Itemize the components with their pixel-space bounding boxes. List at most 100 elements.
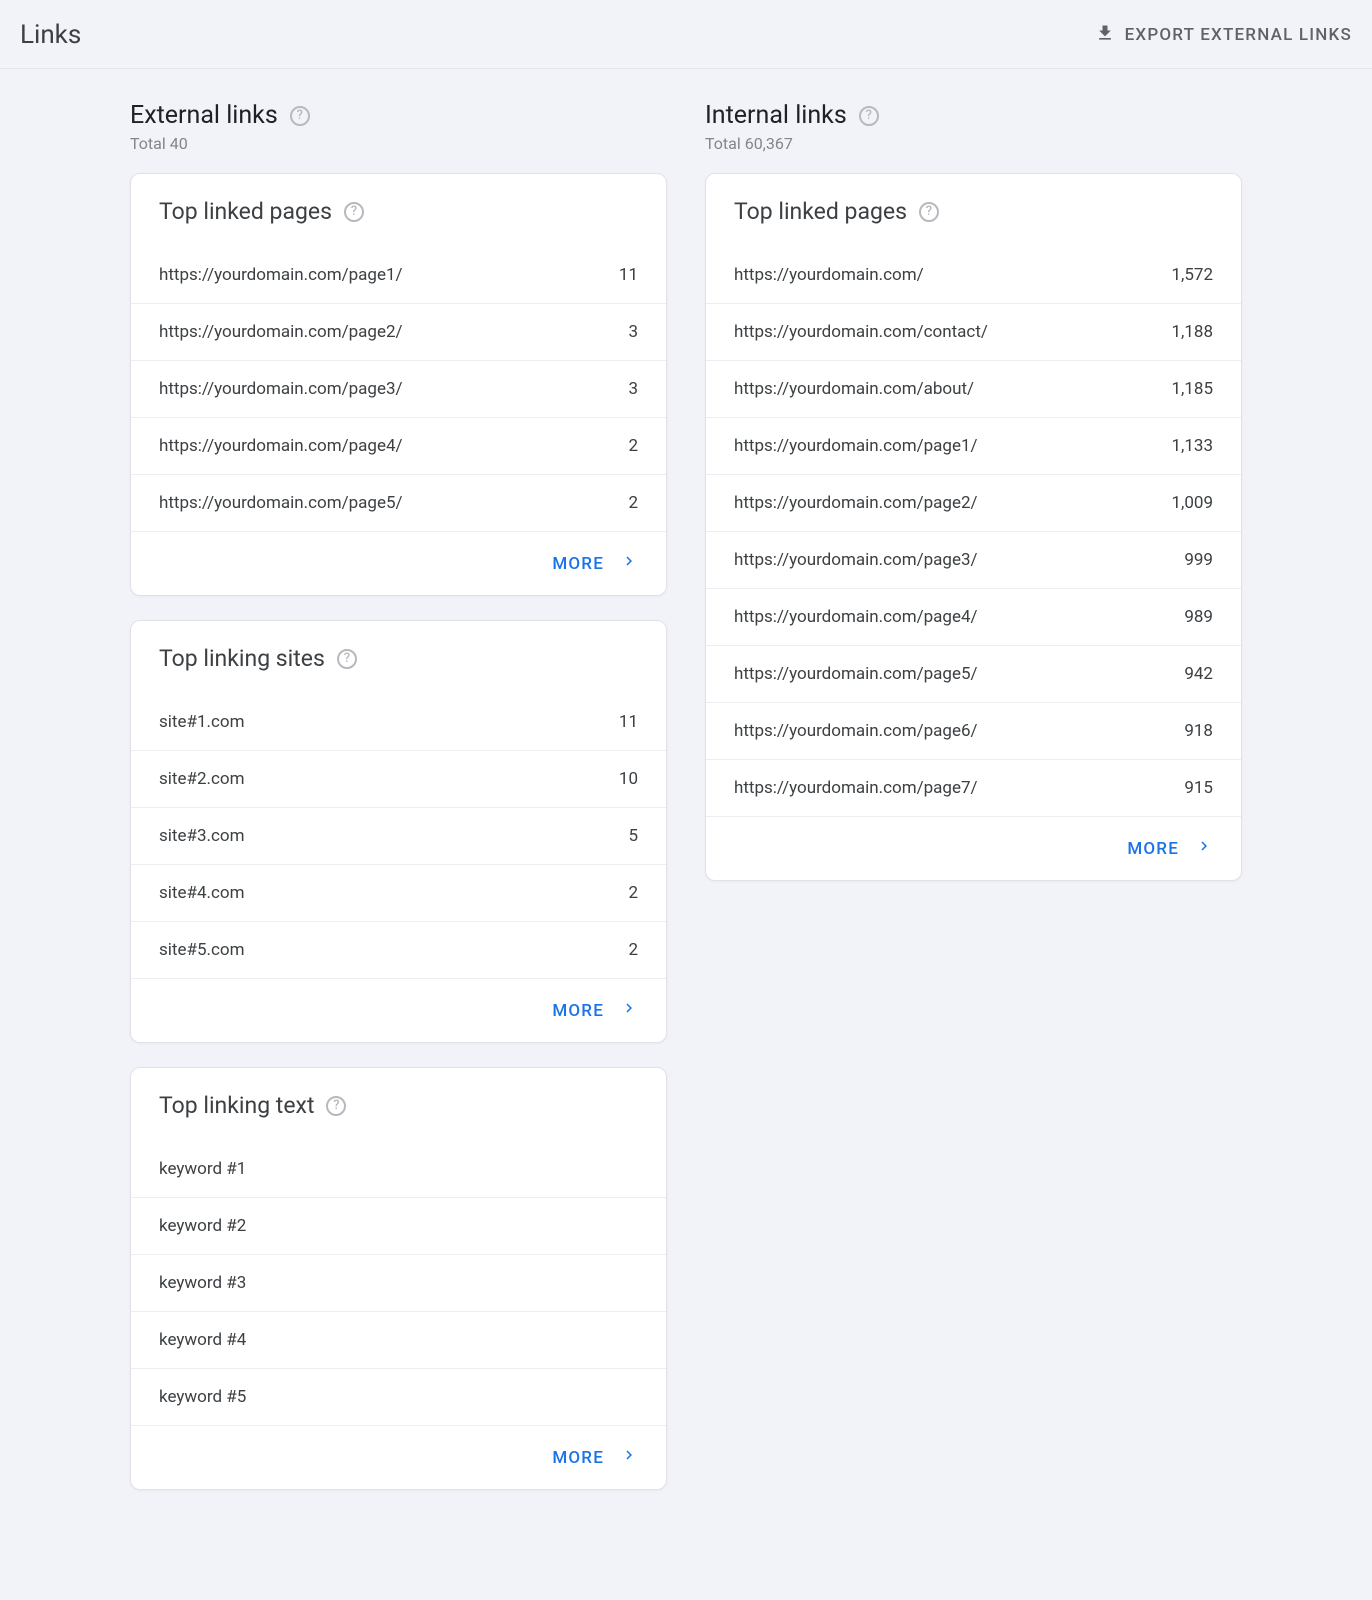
card-footer: MORE: [131, 1425, 666, 1489]
more-label: MORE: [1127, 839, 1179, 859]
table-rows: site#1.com11site#2.com10site#3.com5site#…: [131, 680, 666, 978]
external-links-title-row: External links ?: [130, 101, 667, 130]
chevron-right-icon: [620, 1446, 638, 1469]
table-row[interactable]: https://yourdomain.com/page3/3: [131, 360, 666, 417]
table-row[interactable]: site#3.com5: [131, 807, 666, 864]
table-row[interactable]: https://yourdomain.com/page1/11: [131, 247, 666, 303]
row-url: https://yourdomain.com/page7/: [734, 778, 978, 798]
row-count: 1,572: [1171, 265, 1213, 285]
table-row[interactable]: https://yourdomain.com/page1/1,133: [706, 417, 1241, 474]
card-title: Top linked pages: [734, 198, 907, 225]
row-count: 11: [619, 712, 638, 732]
row-count: 1,009: [1171, 493, 1213, 513]
row-url: https://yourdomain.com/page5/: [159, 493, 403, 513]
row-count: 918: [1184, 721, 1213, 741]
more-button[interactable]: MORE: [1127, 837, 1213, 860]
table-row[interactable]: https://yourdomain.com/page5/2: [131, 474, 666, 531]
row-count: 2: [628, 940, 638, 960]
row-url: https://yourdomain.com/page1/: [734, 436, 978, 456]
table-row[interactable]: https://yourdomain.com/page7/915: [706, 759, 1241, 816]
table-row[interactable]: https://yourdomain.com/page2/1,009: [706, 474, 1241, 531]
table-row[interactable]: keyword #2: [131, 1197, 666, 1254]
table-row[interactable]: keyword #1: [131, 1141, 666, 1197]
row-count: 2: [628, 436, 638, 456]
content: External links ? Total 40 Top linked pag…: [0, 69, 1372, 1574]
chevron-right-icon: [620, 552, 638, 575]
card-footer: MORE: [706, 816, 1241, 880]
row-url: https://yourdomain.com/page2/: [734, 493, 978, 513]
card-external-top-linking-sites: Top linking sites ? site#1.com 11 site#2.c…: [130, 620, 667, 1043]
row-url: site#1.com: [159, 712, 245, 732]
help-icon[interactable]: ?: [290, 106, 310, 126]
table-row[interactable]: https://yourdomain.com/page5/942: [706, 645, 1241, 702]
row-url: https://yourdomain.com/page3/: [734, 550, 978, 570]
row-url: https://yourdomain.com/about/: [734, 379, 974, 399]
table-rows: https://yourdomain.com/page1/11https://y…: [131, 233, 666, 531]
row-count: 1,188: [1171, 322, 1213, 342]
more-button[interactable]: MORE: [552, 1446, 638, 1469]
card-title: Top linking text: [159, 1092, 314, 1119]
external-links-total: Total 40: [130, 134, 667, 153]
table-row[interactable]: site#5.com 2: [131, 921, 666, 978]
row-count: 2: [628, 883, 638, 903]
external-links-column: External links ? Total 40 Top linked pag…: [130, 101, 667, 1514]
help-icon[interactable]: ?: [326, 1096, 346, 1116]
table-row[interactable]: keyword #5: [131, 1368, 666, 1425]
more-label: MORE: [552, 1448, 604, 1468]
download-icon: [1095, 23, 1115, 48]
row-url: site#4.com: [159, 883, 245, 903]
table-row[interactable]: site#4.com 2: [131, 864, 666, 921]
row-url: https://yourdomain.com/contact/: [734, 322, 988, 342]
card-header: Top linked pages ?: [706, 174, 1241, 233]
table-row[interactable]: site#2.com10: [131, 750, 666, 807]
card-title: Top linked pages: [159, 198, 332, 225]
help-icon[interactable]: ?: [337, 649, 357, 669]
more-button[interactable]: MORE: [552, 552, 638, 575]
chevron-right-icon: [1195, 837, 1213, 860]
help-icon[interactable]: ?: [344, 202, 364, 222]
row-url: site#3.com: [159, 826, 245, 846]
row-url: site#5.com: [159, 940, 245, 960]
table-row[interactable]: https://yourdomain.com/page2/3: [131, 303, 666, 360]
help-icon[interactable]: ?: [919, 202, 939, 222]
row-count: 942: [1184, 664, 1213, 684]
table-row[interactable]: https://yourdomain.com/1,572: [706, 247, 1241, 303]
chevron-right-icon: [620, 999, 638, 1022]
table-row[interactable]: https://yourdomain.com/page4/2: [131, 417, 666, 474]
table-row[interactable]: keyword #4: [131, 1311, 666, 1368]
card-title: Top linking sites: [159, 645, 325, 672]
help-icon[interactable]: ?: [859, 106, 879, 126]
row-count: 2: [628, 493, 638, 513]
more-label: MORE: [552, 1001, 604, 1021]
table-row[interactable]: site#1.com 11: [131, 694, 666, 750]
table-row[interactable]: https://yourdomain.com/contact/1,188: [706, 303, 1241, 360]
row-count: 3: [628, 322, 638, 342]
table-row[interactable]: https://yourdomain.com/page4/989: [706, 588, 1241, 645]
card-header: Top linking text ?: [131, 1068, 666, 1127]
row-url: keyword #4: [159, 1330, 246, 1350]
row-count: 1,185: [1171, 379, 1213, 399]
export-label: EXPORT EXTERNAL LINKS: [1125, 25, 1352, 45]
row-count: 1,133: [1171, 436, 1213, 456]
row-url: https://yourdomain.com/page2/: [159, 322, 403, 342]
row-url: site#2.com: [159, 769, 245, 789]
table-row[interactable]: https://yourdomain.com/page3/999: [706, 531, 1241, 588]
row-url: keyword #3: [159, 1273, 246, 1293]
row-count: 989: [1184, 607, 1213, 627]
export-external-links-button[interactable]: EXPORT EXTERNAL LINKS: [1095, 23, 1352, 48]
row-count: 3: [628, 379, 638, 399]
more-button[interactable]: MORE: [552, 999, 638, 1022]
card-footer: MORE: [131, 978, 666, 1042]
table-row[interactable]: https://yourdomain.com/about/1,185: [706, 360, 1241, 417]
internal-links-title: Internal links: [705, 101, 847, 130]
row-url: https://yourdomain.com/page4/: [734, 607, 978, 627]
card-external-top-linked-pages: Top linked pages ? https://yourdomain.co…: [130, 173, 667, 596]
table-row[interactable]: keyword #3: [131, 1254, 666, 1311]
external-links-title: External links: [130, 101, 278, 130]
card-header: Top linking sites ?: [131, 621, 666, 680]
table-row[interactable]: https://yourdomain.com/page6/918: [706, 702, 1241, 759]
row-url: https://yourdomain.com/page4/: [159, 436, 403, 456]
row-url: https://yourdomain.com/page5/: [734, 664, 978, 684]
row-count: 11: [619, 265, 638, 285]
row-url: https://yourdomain.com/page1/: [159, 265, 403, 285]
